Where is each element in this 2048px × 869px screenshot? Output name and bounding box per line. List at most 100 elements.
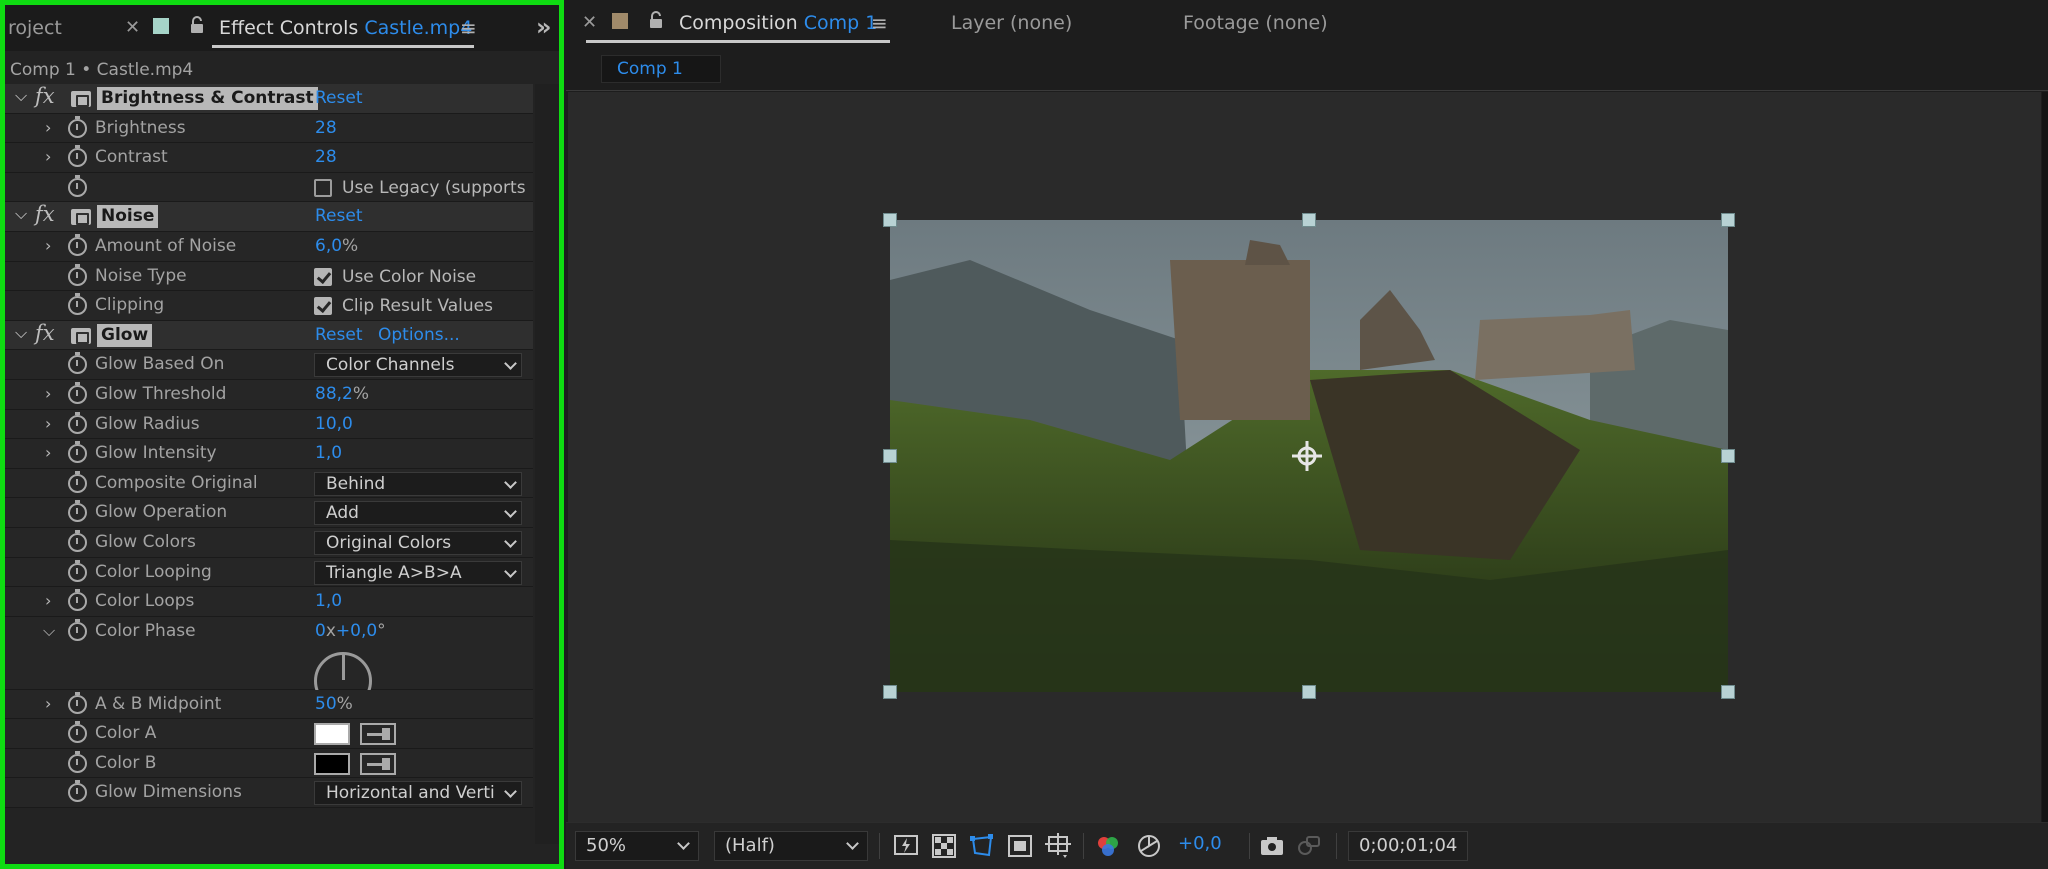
fast-previews-icon[interactable] <box>893 833 919 859</box>
stopwatch-icon[interactable] <box>68 750 87 773</box>
expand-chevron-icon[interactable]: › <box>45 414 51 433</box>
stopwatch-icon[interactable] <box>68 618 87 641</box>
channel-rgb-icon[interactable] <box>1096 833 1122 859</box>
glow-intensity-value[interactable]: 1,0 <box>315 443 342 463</box>
transform-handle[interactable] <box>883 213 897 227</box>
fx-toggle-icon[interactable]: fx <box>35 84 55 108</box>
effect-name[interactable]: Brightness & Contrast <box>97 87 318 110</box>
transform-handle[interactable] <box>1721 685 1735 699</box>
expand-chevron-icon[interactable]: › <box>45 694 51 713</box>
tab-project[interactable]: roject <box>8 17 62 39</box>
effect-header-noise[interactable]: ⌵ fx Noise Reset <box>5 202 533 232</box>
stopwatch-icon[interactable] <box>68 145 87 168</box>
tab-effect-controls[interactable]: Effect Controls Castle.mp4 <box>219 17 472 39</box>
expand-chevron-icon[interactable]: › <box>45 236 51 255</box>
color-a-swatch[interactable] <box>314 723 350 746</box>
stopwatch-icon[interactable] <box>68 263 87 286</box>
collapse-chevron-icon[interactable]: ⌵ <box>15 323 27 343</box>
transform-handle[interactable] <box>1302 685 1316 699</box>
lock-icon[interactable] <box>648 11 664 29</box>
stopwatch-icon[interactable] <box>68 589 87 612</box>
stopwatch-icon[interactable] <box>68 115 87 138</box>
stopwatch-icon[interactable] <box>68 470 87 493</box>
effect-header-glow[interactable]: ⌵ fx Glow Reset Options... <box>5 320 533 351</box>
glow-operation-dropdown[interactable]: Add <box>314 501 522 526</box>
lock-icon[interactable] <box>189 16 205 34</box>
fx-toggle-icon[interactable]: fx <box>35 321 55 345</box>
color-loops-value[interactable]: 1,0 <box>315 591 342 611</box>
mask-visibility-icon[interactable] <box>969 833 995 859</box>
effect-header-brightness-contrast[interactable]: ⌵ fx Brightness & Contrast Reset <box>5 84 533 114</box>
effect-name[interactable]: Glow <box>97 323 153 347</box>
color-phase-value[interactable]: 0x+0,0° <box>315 621 386 641</box>
grid-guides-icon[interactable] <box>1045 833 1071 859</box>
stopwatch-icon[interactable] <box>68 174 87 197</box>
stopwatch-icon[interactable] <box>68 411 87 434</box>
contrast-value[interactable]: 28 <box>315 147 337 167</box>
reset-button[interactable]: Reset <box>315 88 363 108</box>
current-time-display[interactable]: 0;00;01;04 <box>1348 831 1468 861</box>
panel-menu-icon[interactable]: ≡ <box>460 16 477 40</box>
vertical-scrollbar[interactable] <box>2042 92 2048 822</box>
use-color-noise-checkbox[interactable] <box>314 267 332 286</box>
magnification-dropdown[interactable]: 50% <box>575 831 699 861</box>
stopwatch-icon[interactable] <box>68 691 87 714</box>
collapse-chevron-icon[interactable]: ⌵ <box>15 86 27 106</box>
collapse-chevron-icon[interactable]: ⌵ <box>43 621 55 641</box>
region-of-interest-icon[interactable] <box>1007 833 1033 859</box>
stopwatch-icon[interactable] <box>68 352 87 375</box>
expand-chevron-icon[interactable]: › <box>45 118 51 137</box>
stopwatch-icon[interactable] <box>68 500 87 523</box>
glow-based-on-dropdown[interactable]: Color Channels <box>314 353 522 378</box>
panel-menu-icon[interactable]: ≡ <box>871 11 888 35</box>
double-chevron-right-icon[interactable]: » <box>536 13 552 41</box>
brightness-value[interactable]: 28 <box>315 118 337 138</box>
stopwatch-icon[interactable] <box>68 780 87 803</box>
clip-result-values-checkbox[interactable] <box>314 297 332 316</box>
glow-threshold-value[interactable]: 88,2% <box>315 384 369 404</box>
stopwatch-icon[interactable] <box>68 441 87 464</box>
reset-exposure-icon[interactable] <box>1136 833 1162 859</box>
color-b-swatch[interactable] <box>314 752 350 775</box>
eyedropper-icon[interactable] <box>360 752 396 775</box>
label-color-swatch[interactable] <box>612 13 628 29</box>
expand-chevron-icon[interactable]: › <box>45 147 51 166</box>
tab-layer[interactable]: Layer (none) <box>951 12 1072 34</box>
effect-name[interactable]: Noise <box>97 205 159 229</box>
stopwatch-icon[interactable] <box>68 233 87 256</box>
comp-subtab[interactable]: Comp 1 <box>601 55 721 83</box>
tab-composition[interactable]: Composition Comp 1 <box>679 12 877 34</box>
show-snapshot-icon[interactable] <box>1295 833 1321 859</box>
stopwatch-icon[interactable] <box>68 559 87 582</box>
transform-handle[interactable] <box>1302 213 1316 227</box>
expand-chevron-icon[interactable]: › <box>45 443 51 462</box>
stopwatch-icon[interactable] <box>68 529 87 552</box>
collapse-chevron-icon[interactable]: ⌵ <box>15 204 27 224</box>
anchor-point-icon[interactable] <box>1292 441 1322 471</box>
color-looping-dropdown[interactable]: Triangle A>B>A <box>314 560 522 585</box>
snapshot-camera-icon[interactable] <box>1259 833 1285 859</box>
stopwatch-icon[interactable] <box>68 293 87 316</box>
glow-radius-value[interactable]: 10,0 <box>315 414 353 434</box>
eyedropper-icon[interactable] <box>360 723 396 746</box>
label-color-swatch[interactable] <box>153 18 169 34</box>
expand-chevron-icon[interactable]: › <box>45 384 51 403</box>
fx-toggle-icon[interactable]: fx <box>35 202 55 226</box>
use-legacy-checkbox[interactable] <box>314 178 332 197</box>
reset-button[interactable]: Reset <box>315 325 363 345</box>
stopwatch-icon[interactable] <box>68 721 87 744</box>
stopwatch-icon[interactable] <box>68 381 87 404</box>
vertical-scrollbar[interactable] <box>535 84 559 844</box>
transform-handle[interactable] <box>883 685 897 699</box>
close-tab-icon[interactable]: ✕ <box>125 17 140 38</box>
options-button[interactable]: Options... <box>378 325 460 345</box>
composite-original-dropdown[interactable]: Behind <box>314 471 522 496</box>
amount-of-noise-value[interactable]: 6,0% <box>315 236 358 256</box>
transparency-grid-icon[interactable] <box>931 833 957 859</box>
composition-viewer[interactable] <box>568 92 2041 822</box>
transform-handle[interactable] <box>883 449 897 463</box>
exposure-value[interactable]: +0,0 <box>1178 833 1222 854</box>
tab-footage[interactable]: Footage (none) <box>1183 12 1328 34</box>
glow-colors-dropdown[interactable]: Original Colors <box>314 530 522 555</box>
ab-midpoint-value[interactable]: 50% <box>315 694 353 714</box>
